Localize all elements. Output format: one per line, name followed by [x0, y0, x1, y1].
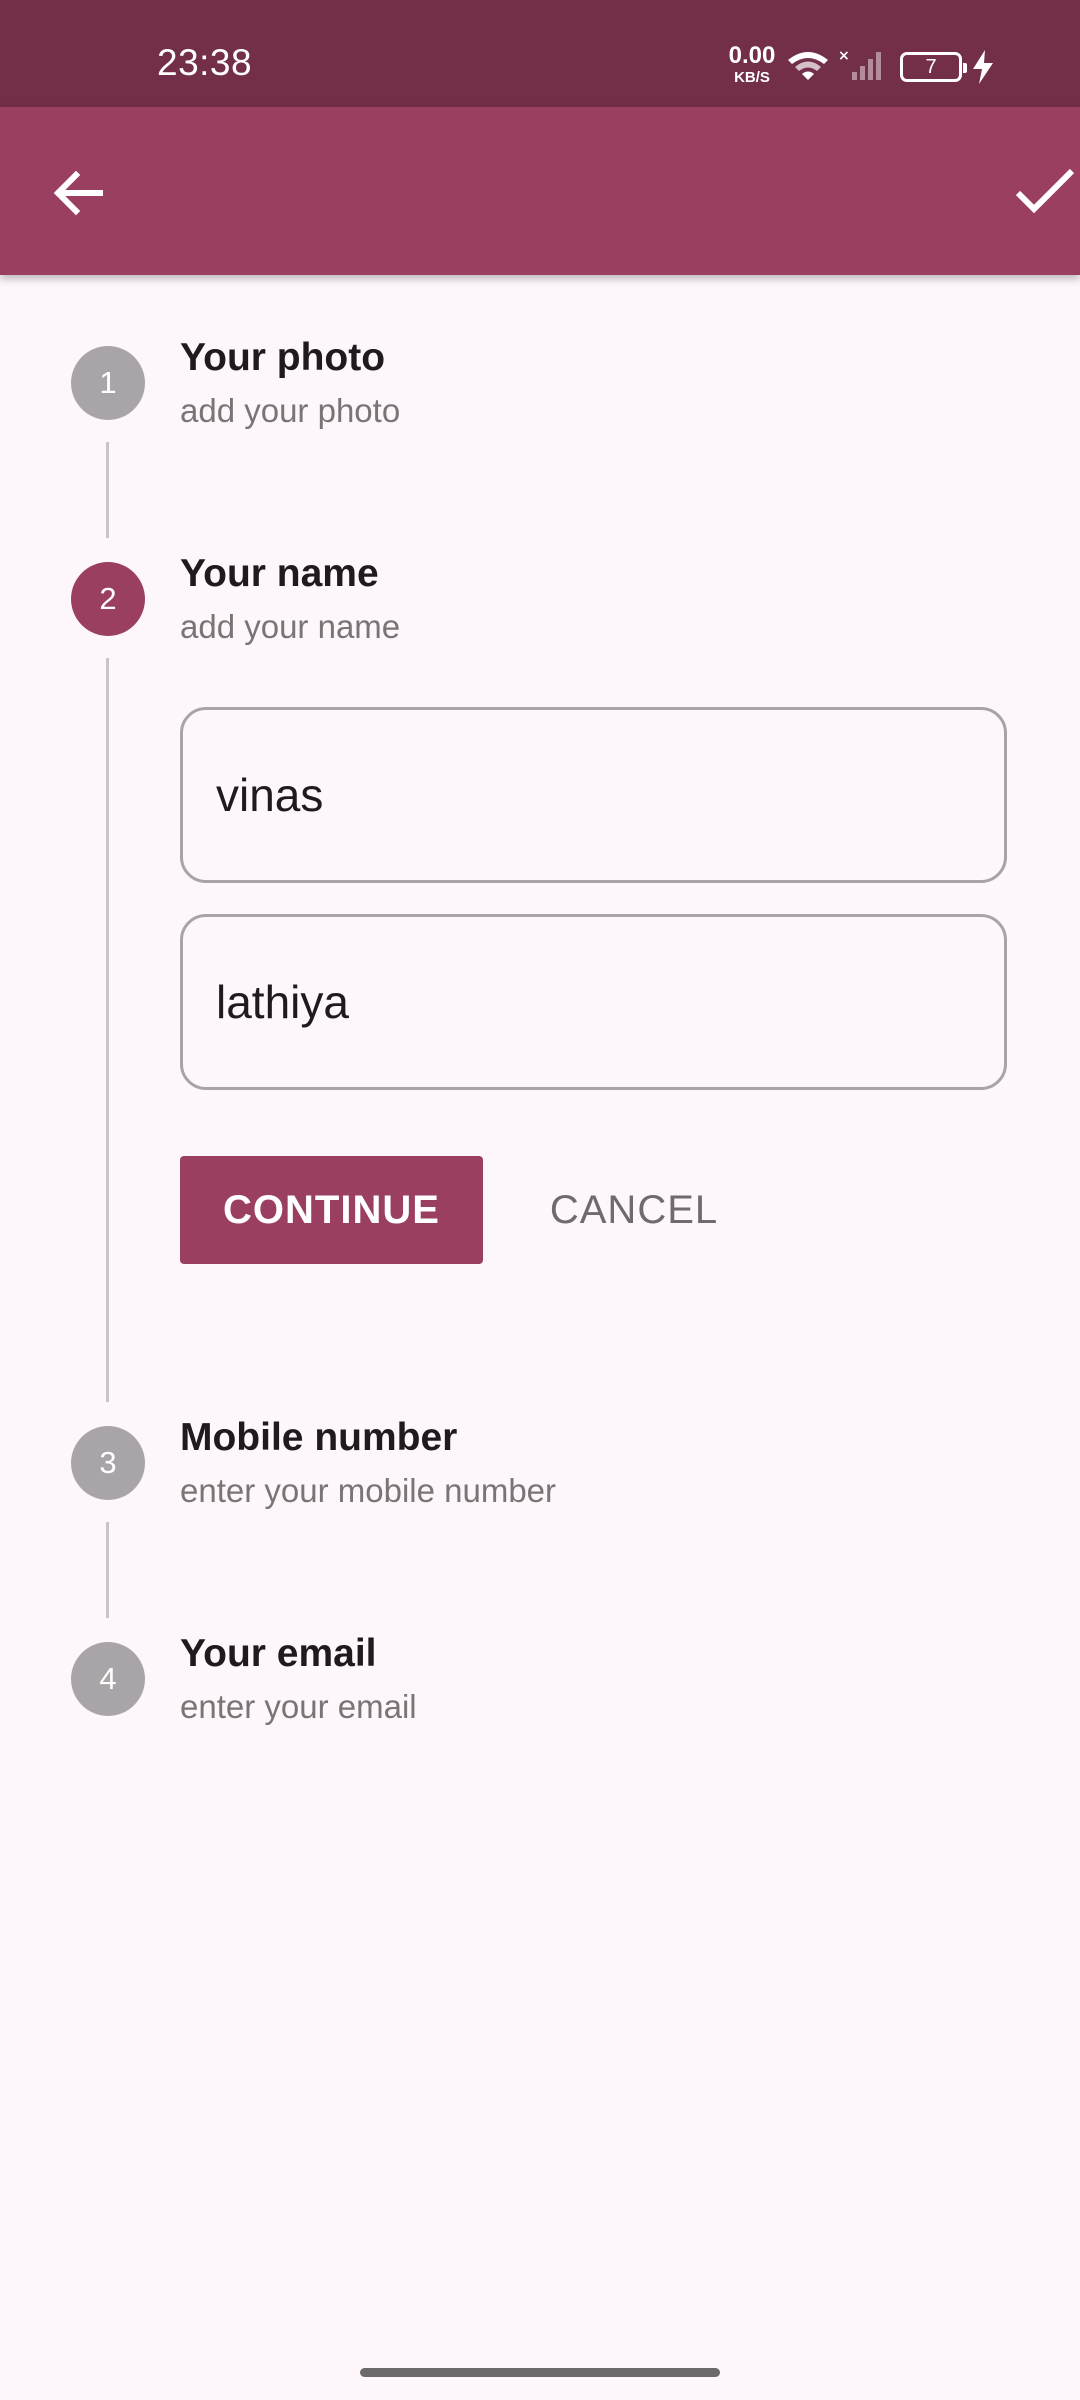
step-connector: [106, 442, 109, 538]
status-bar: 23:38 0.00 KB/S × 7: [0, 0, 1080, 107]
step-3-indicator[interactable]: 3: [71, 1426, 145, 1500]
network-speed-indicator: 0.00 KB/S: [722, 42, 782, 86]
battery-icon: 7: [900, 52, 967, 82]
confirm-button[interactable]: [1012, 165, 1080, 221]
step-connector: [106, 1522, 109, 1618]
last-name-field[interactable]: [180, 914, 1007, 1090]
arrow-back-icon: [53, 170, 103, 216]
step-1-indicator[interactable]: 1: [71, 346, 145, 420]
app-bar: [0, 107, 1080, 275]
network-speed-unit: KB/S: [734, 69, 770, 86]
cancel-button[interactable]: CANCEL: [520, 1156, 748, 1264]
step-2-title[interactable]: Your name: [180, 552, 379, 596]
svg-text:×: ×: [838, 48, 850, 64]
status-time: 23:38: [157, 42, 253, 83]
signal-icon: ×: [838, 48, 881, 80]
first-name-field[interactable]: [180, 707, 1007, 883]
step-2-indicator[interactable]: 2: [71, 562, 145, 636]
battery-level: 7: [925, 56, 937, 78]
check-icon: [1015, 168, 1075, 214]
step-3-title[interactable]: Mobile number: [180, 1416, 457, 1460]
step-connector: [106, 658, 109, 1402]
home-indicator[interactable]: [360, 2368, 720, 2377]
network-speed-value: 0.00: [728, 42, 776, 69]
step-4-indicator[interactable]: 4: [71, 1642, 145, 1716]
step-1-subtitle: add your photo: [180, 392, 401, 429]
charging-bolt-icon: [973, 50, 993, 84]
continue-button[interactable]: CONTINUE: [180, 1156, 483, 1264]
step-3-subtitle: enter your mobile number: [180, 1472, 557, 1509]
step-4-title[interactable]: Your email: [180, 1632, 377, 1676]
back-button[interactable]: [50, 165, 106, 221]
step-2-subtitle: add your name: [180, 608, 401, 645]
step-4-subtitle: enter your email: [180, 1688, 417, 1725]
wifi-icon: [788, 52, 828, 80]
step-1-title[interactable]: Your photo: [180, 336, 385, 380]
